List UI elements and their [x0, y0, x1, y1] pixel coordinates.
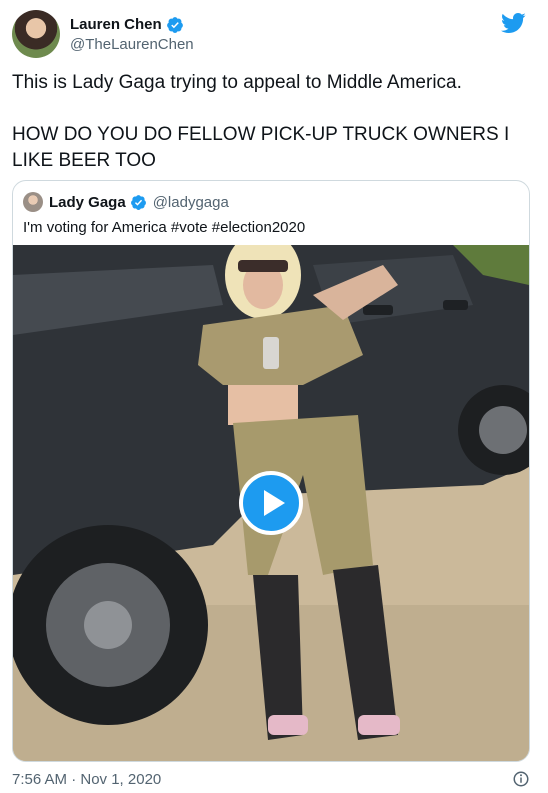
tweet-timestamp[interactable]: 7:56 AM · Nov 1, 2020 — [12, 771, 161, 788]
video-thumbnail[interactable] — [13, 245, 529, 761]
author-avatar[interactable] — [12, 10, 60, 58]
tweet: Lauren Chen @TheLaurenChen This is Lady … — [0, 0, 548, 793]
tweet-text: This is Lady Gaga trying to appeal to Mi… — [12, 72, 510, 171]
quoted-author-display-name: Lady Gaga — [49, 193, 126, 211]
quoted-verified-badge-icon — [130, 194, 146, 210]
tweet-footer: 7:56 AM · Nov 1, 2020 — [12, 770, 536, 788]
author-name-row: Lauren Chen — [70, 16, 194, 34]
play-button[interactable] — [239, 471, 303, 535]
verified-badge-icon — [166, 16, 183, 33]
twitter-bird-icon[interactable] — [500, 10, 526, 36]
info-icon[interactable] — [512, 770, 530, 788]
author-handle[interactable]: @TheLaurenChen — [70, 36, 194, 53]
quoted-author-handle: @ladygaga — [152, 193, 229, 211]
quoted-tweet-header: Lady Gaga @ladygaga — [23, 192, 229, 212]
tweet-header: Lauren Chen @TheLaurenChen — [12, 10, 536, 58]
quoted-tweet-card[interactable]: Lady Gaga @ladygaga I'm voting for Ameri… — [12, 180, 530, 762]
play-icon — [263, 490, 285, 516]
author-display-name[interactable]: Lauren Chen — [70, 16, 162, 33]
quoted-author-avatar — [23, 192, 43, 212]
quoted-tweet-text: I'm voting for America #vote #election20… — [23, 219, 306, 236]
author-names: Lauren Chen @TheLaurenChen — [70, 16, 194, 53]
